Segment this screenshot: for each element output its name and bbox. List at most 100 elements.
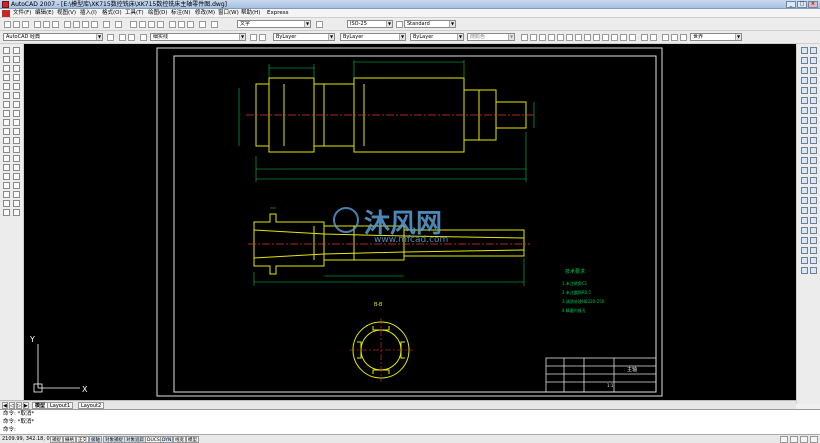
view-left-icon[interactable] bbox=[801, 247, 808, 254]
radius-dim-icon[interactable] bbox=[801, 67, 808, 74]
workspace-select[interactable]: AutoCAD 经典 ▼ bbox=[3, 33, 103, 41]
angular-dim-icon[interactable] bbox=[810, 77, 817, 84]
polygon-icon[interactable] bbox=[3, 65, 10, 72]
extend-icon[interactable] bbox=[13, 173, 20, 180]
tolerance-icon[interactable] bbox=[801, 107, 808, 114]
restore-button[interactable]: □ bbox=[797, 1, 807, 8]
ucs-icon[interactable] bbox=[521, 34, 528, 41]
table-icon[interactable] bbox=[13, 92, 20, 99]
tab-layout1[interactable]: Layout1 bbox=[47, 402, 74, 409]
help-icon[interactable] bbox=[199, 21, 206, 28]
zoom-window-icon[interactable] bbox=[148, 21, 155, 28]
snap-endpoint-icon[interactable] bbox=[13, 200, 20, 207]
menu-modify[interactable]: 修改(M) bbox=[195, 9, 215, 18]
tab-scroll-left-icon[interactable]: ◀ bbox=[2, 402, 8, 409]
properties-icon[interactable] bbox=[169, 21, 176, 28]
gradient-icon[interactable] bbox=[13, 74, 20, 81]
array-icon[interactable] bbox=[13, 146, 20, 153]
move-icon[interactable] bbox=[3, 155, 10, 162]
ucs2-icon[interactable] bbox=[671, 34, 678, 41]
cone-icon[interactable] bbox=[810, 177, 817, 184]
otrack-toggle[interactable]: 对象追踪 bbox=[124, 436, 146, 443]
move-ucs-icon[interactable] bbox=[650, 34, 657, 41]
zoom-realtime-icon[interactable] bbox=[139, 21, 146, 28]
stretch-icon[interactable] bbox=[13, 164, 20, 171]
comm-center-icon[interactable] bbox=[780, 436, 788, 443]
scale-icon[interactable] bbox=[3, 164, 10, 171]
revolve-icon[interactable] bbox=[810, 197, 817, 204]
interfere-icon[interactable] bbox=[810, 227, 817, 234]
named-ucs-icon[interactable] bbox=[641, 34, 648, 41]
make-current-icon[interactable] bbox=[250, 34, 257, 41]
dim-update-icon[interactable] bbox=[801, 127, 808, 134]
ucs-manager-icon[interactable] bbox=[662, 34, 669, 41]
zoom-all-icon[interactable] bbox=[810, 257, 817, 264]
osnap-toggle[interactable]: 对象捕捉 bbox=[103, 436, 125, 443]
make-block-icon[interactable] bbox=[3, 146, 10, 153]
free-orbit-icon[interactable] bbox=[810, 137, 817, 144]
baseline-dim-icon[interactable] bbox=[810, 87, 817, 94]
menu-dimension[interactable]: 标注(N) bbox=[171, 9, 190, 18]
polar-toggle[interactable]: 极轴 bbox=[89, 436, 102, 443]
menu-express[interactable]: Express bbox=[267, 9, 288, 18]
join-icon[interactable] bbox=[13, 182, 20, 189]
model-space-toggle[interactable]: 模型 bbox=[186, 436, 199, 443]
new-icon[interactable] bbox=[4, 21, 11, 28]
polyline-icon[interactable] bbox=[3, 56, 10, 63]
grid-toggle[interactable]: 栅格 bbox=[63, 436, 76, 443]
table-style-select[interactable]: Standard ▼ bbox=[404, 20, 456, 28]
command-window[interactable]: 命令: *取消* 命令: *取消* 命令: bbox=[0, 409, 820, 434]
zoom-extents-icon[interactable] bbox=[801, 257, 808, 264]
ucs-select[interactable]: 世界 ▼ bbox=[690, 33, 742, 41]
ellipse-arc-icon[interactable] bbox=[3, 128, 10, 135]
ucs-z-icon[interactable] bbox=[620, 34, 627, 41]
linetype-select[interactable]: ByLayer ▼ bbox=[340, 33, 406, 41]
snap-toggle[interactable]: 捕捉 bbox=[50, 436, 63, 443]
tab-scroll-last-icon[interactable]: ▷ bbox=[16, 402, 22, 409]
plot-style-select[interactable]: 随颜色 ▼ bbox=[467, 33, 515, 41]
tab-scroll-first-icon[interactable]: ◁ bbox=[9, 402, 15, 409]
text-style-select[interactable]: 文字 ▼ bbox=[237, 20, 311, 28]
continue-dim-icon[interactable] bbox=[801, 97, 808, 104]
tool-palettes-icon[interactable] bbox=[187, 21, 194, 28]
workspace-settings-icon[interactable] bbox=[107, 34, 114, 41]
section-icon[interactable] bbox=[801, 227, 808, 234]
open-icon[interactable] bbox=[13, 21, 20, 28]
material-icon[interactable] bbox=[810, 157, 817, 164]
menu-view[interactable]: 视图(V) bbox=[57, 9, 76, 18]
cut-icon[interactable] bbox=[64, 21, 71, 28]
render-icon[interactable] bbox=[810, 147, 817, 154]
cylinder-icon[interactable] bbox=[801, 177, 808, 184]
intersect-icon[interactable] bbox=[801, 217, 808, 224]
revision-cloud-icon[interactable] bbox=[3, 101, 10, 108]
menu-tools[interactable]: 工具(T) bbox=[125, 9, 144, 18]
line-icon[interactable] bbox=[3, 47, 10, 54]
view-front-icon[interactable] bbox=[810, 237, 817, 244]
view-iso-icon[interactable] bbox=[810, 247, 817, 254]
rectangle-icon[interactable] bbox=[3, 74, 10, 81]
ellipse-icon[interactable] bbox=[3, 119, 10, 126]
dim-text-edit-icon[interactable] bbox=[810, 117, 817, 124]
diameter-dim-icon[interactable] bbox=[801, 77, 808, 84]
tab-model[interactable]: 模型 bbox=[32, 402, 49, 409]
menu-file[interactable]: 文件(F) bbox=[13, 9, 31, 18]
publish-icon[interactable] bbox=[52, 21, 59, 28]
circle-icon[interactable] bbox=[3, 92, 10, 99]
orbit-icon[interactable] bbox=[801, 137, 808, 144]
zoom-in-icon[interactable] bbox=[801, 267, 808, 274]
tab-scroll-right-icon[interactable]: ▶ bbox=[23, 402, 29, 409]
layer-select[interactable]: 细实线 ▼ bbox=[150, 33, 246, 41]
ucs-x-icon[interactable] bbox=[602, 34, 609, 41]
table-style-icon[interactable] bbox=[396, 21, 403, 28]
ucs-zaxis-icon[interactable] bbox=[584, 34, 591, 41]
tray-settings-icon[interactable] bbox=[800, 436, 808, 443]
union-icon[interactable] bbox=[801, 207, 808, 214]
ucs-previous-icon[interactable] bbox=[530, 34, 537, 41]
region-icon[interactable] bbox=[13, 83, 20, 90]
sphere-icon[interactable] bbox=[810, 167, 817, 174]
trim-icon[interactable] bbox=[3, 173, 10, 180]
linear-dim-icon[interactable] bbox=[801, 47, 808, 54]
mirror-icon[interactable] bbox=[13, 128, 20, 135]
snap-midpoint-icon[interactable] bbox=[3, 209, 10, 216]
break-icon[interactable] bbox=[3, 182, 10, 189]
